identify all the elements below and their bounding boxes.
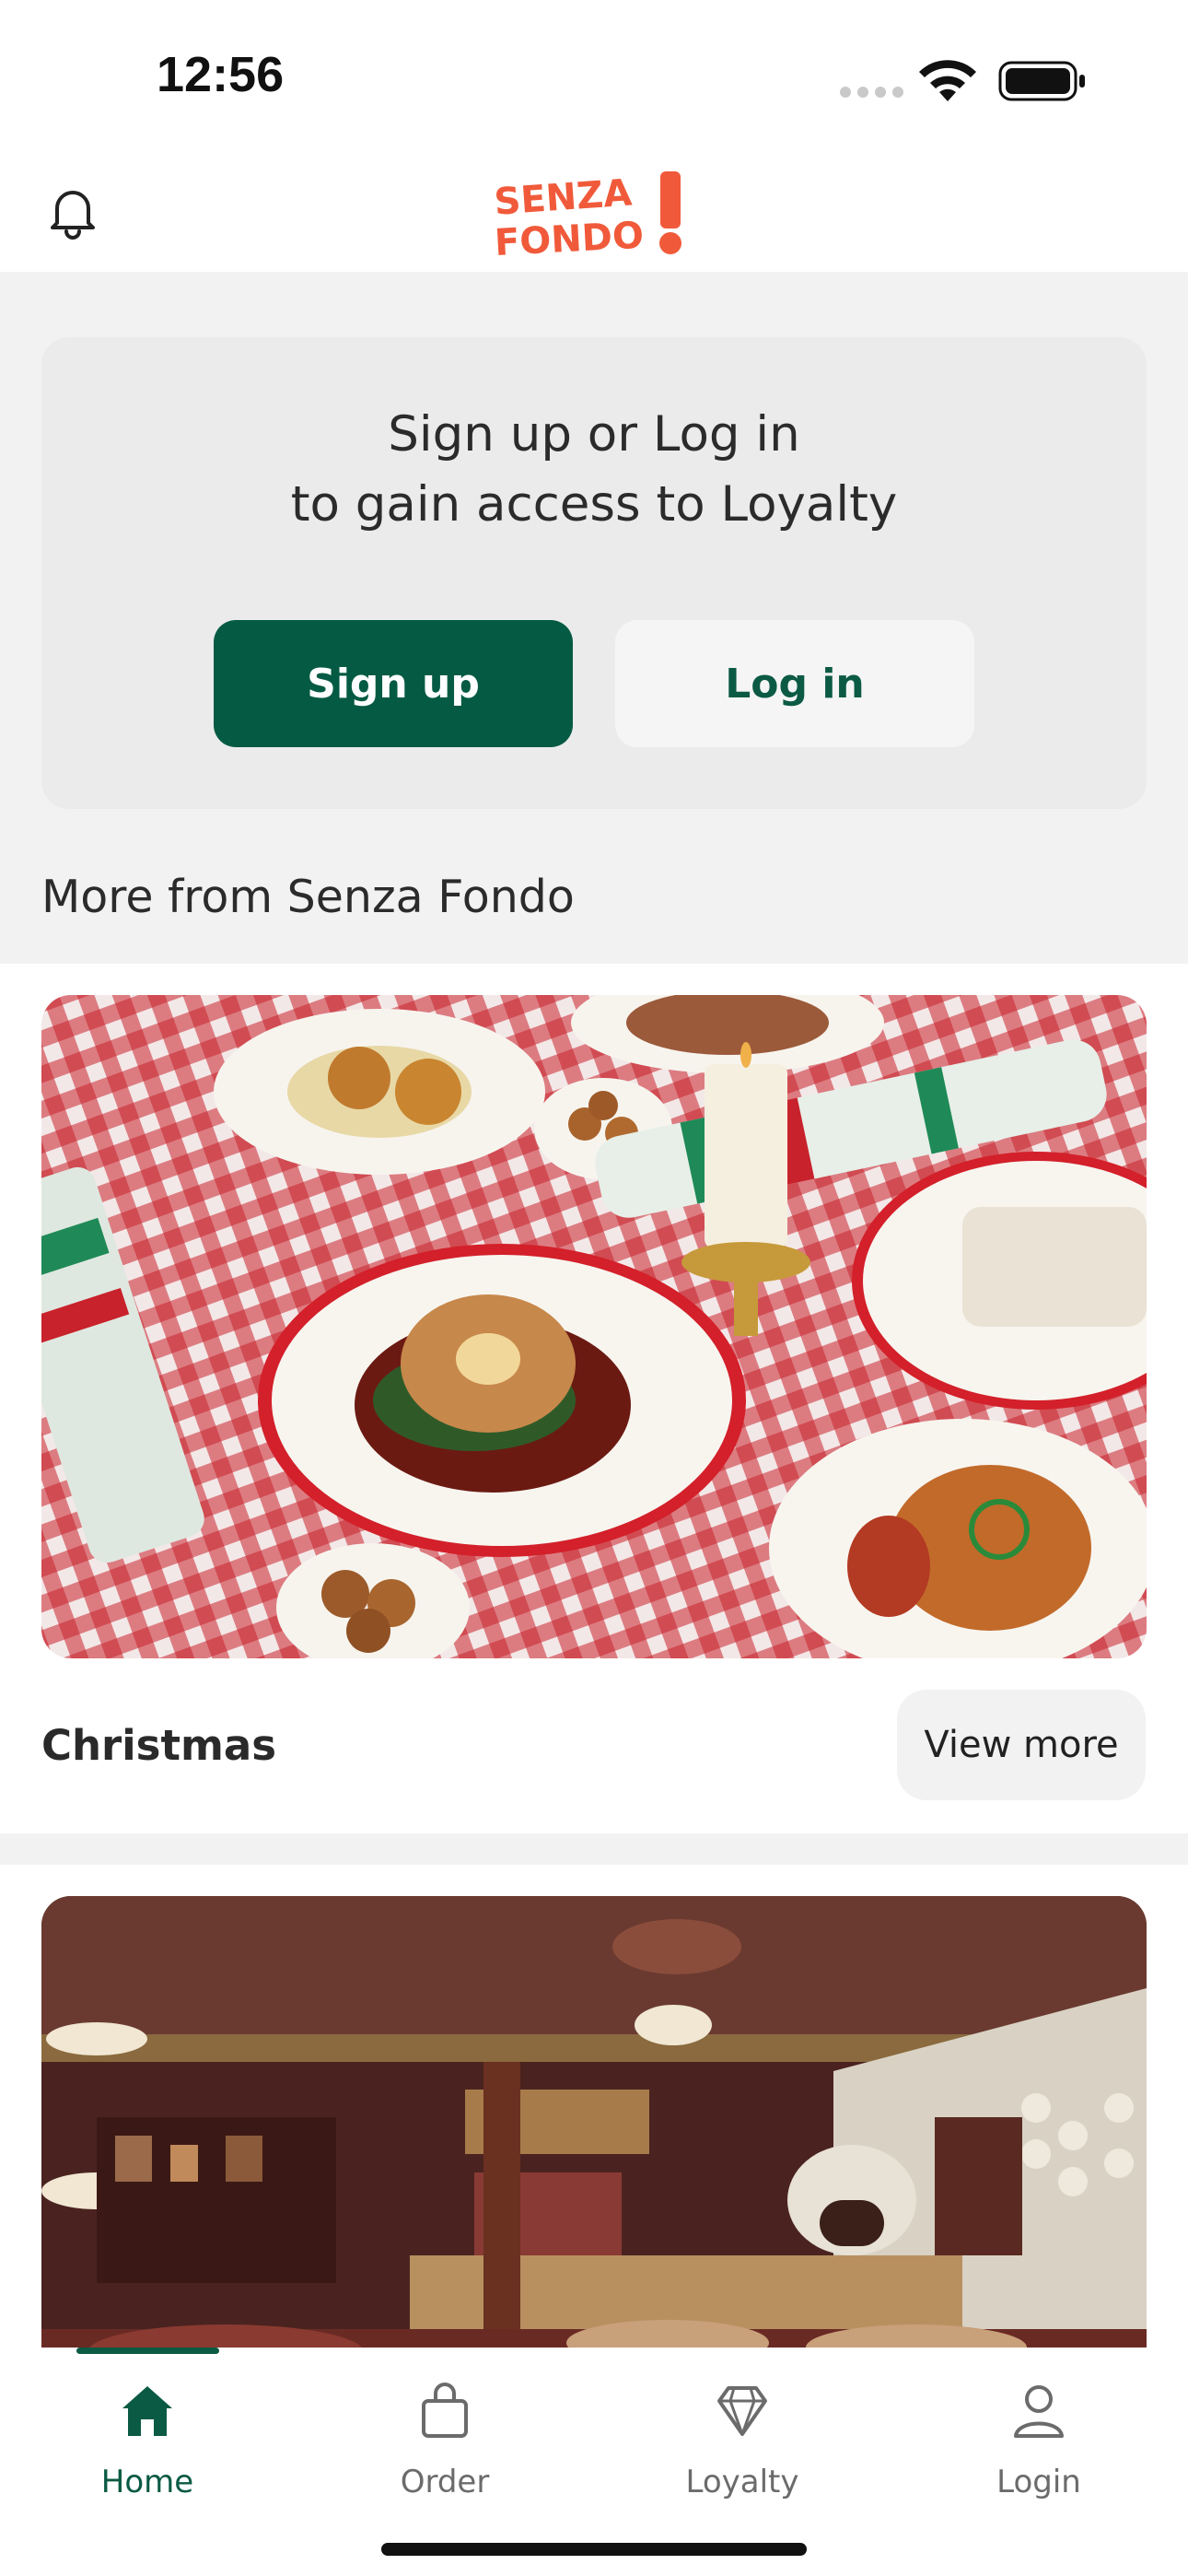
notifications-bell-icon[interactable]: [44, 182, 101, 240]
section-title: More from Senza Fondo: [41, 871, 575, 923]
diamond-icon: [717, 2386, 767, 2436]
active-tab-indicator: [76, 2348, 219, 2354]
user-icon: [1014, 2385, 1064, 2438]
tab-loyalty[interactable]: Loyalty: [650, 2366, 834, 2504]
svg-text:FONDO: FONDO: [494, 215, 645, 258]
status-time: 12:56: [157, 47, 285, 102]
auth-message-line2: to gain access to Loyalty: [290, 476, 898, 533]
cellular-signal-icon: [840, 87, 904, 98]
home-icon: [122, 2386, 172, 2436]
senza-fondo-logo: SENZA FONDO: [493, 171, 681, 258]
restaurant-interior-image[interactable]: [41, 1896, 1147, 2375]
tab-login[interactable]: Login: [947, 2366, 1131, 2504]
tab-label: Order: [400, 2464, 490, 2500]
tab-label: Login: [996, 2464, 1081, 2500]
home-indicator[interactable]: [381, 2543, 807, 2556]
wifi-icon: [919, 60, 976, 101]
status-bar: 12:56: [0, 0, 1188, 147]
tab-home[interactable]: Home: [55, 2366, 239, 2504]
tab-label: Loyalty: [685, 2464, 799, 2500]
view-more-button[interactable]: View more: [897, 1690, 1146, 1800]
auth-message: Sign up or Log in to gain access to Loya…: [41, 400, 1147, 540]
promo-card-christmas: Christmas View more: [0, 964, 1188, 1833]
log-in-button[interactable]: Log in: [615, 620, 974, 747]
card-title: Christmas: [41, 1721, 277, 1770]
loyalty-auth-card: Sign up or Log in to gain access to Loya…: [41, 337, 1147, 809]
bag-icon: [422, 2383, 468, 2438]
sign-up-button[interactable]: Sign up: [214, 620, 573, 747]
battery-icon: [998, 61, 1085, 101]
tab-order[interactable]: Order: [353, 2366, 537, 2504]
bottom-tab-bar: Home Order Loyalty Login: [0, 2348, 1188, 2576]
tab-label: Home: [100, 2464, 194, 2500]
auth-message-line1: Sign up or Log in: [388, 406, 800, 463]
christmas-food-image[interactable]: [41, 995, 1147, 1658]
app-header: SENZA FONDO: [0, 147, 1188, 272]
